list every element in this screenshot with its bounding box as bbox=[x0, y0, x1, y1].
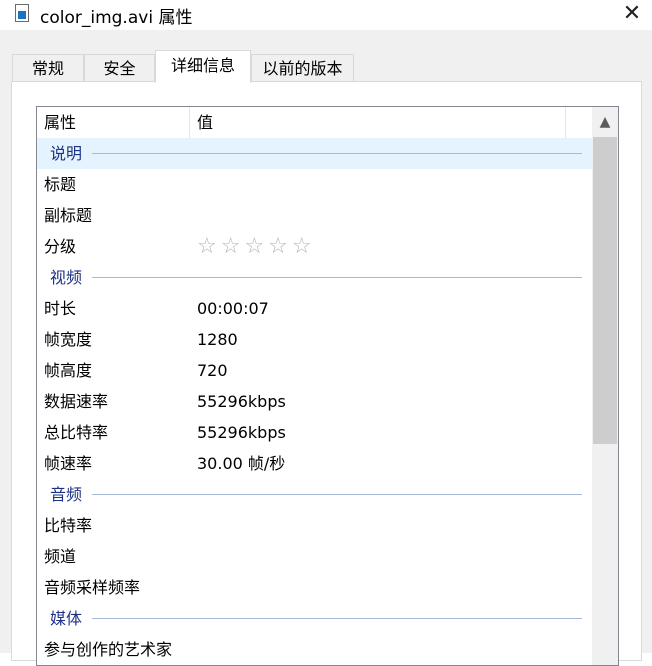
details-panel: 属性 值 说明 标题 副标题 分级 ☆☆☆☆☆ 视频 时长 00:00:07 帧… bbox=[11, 81, 642, 666]
group-divider bbox=[92, 153, 582, 154]
property-value: 55296kbps bbox=[197, 423, 286, 442]
property-name: 帧高度 bbox=[44, 361, 93, 380]
property-name: 帧速率 bbox=[44, 454, 93, 473]
property-name: 总比特率 bbox=[44, 423, 109, 442]
group-media[interactable]: 媒体 bbox=[37, 603, 592, 634]
tab-details[interactable]: 详细信息 bbox=[155, 50, 251, 83]
property-row-audio-bitrate[interactable]: 比特率 bbox=[37, 510, 592, 541]
property-row-data-rate[interactable]: 数据速率 55296kbps bbox=[37, 386, 592, 417]
group-label: 说明 bbox=[50, 144, 83, 163]
dialog-body: 常规 安全 详细信息 以前的版本 属性 值 说明 标题 副标题 分级 ☆☆☆☆☆… bbox=[0, 30, 652, 666]
property-row-rating[interactable]: 分级 ☆☆☆☆☆ bbox=[37, 231, 592, 262]
property-name: 音频采样频率 bbox=[44, 578, 141, 597]
property-row-contributing-artists[interactable]: 参与创作的艺术家 bbox=[37, 634, 592, 665]
group-divider bbox=[92, 494, 582, 495]
vertical-scrollbar[interactable]: ▲ bbox=[592, 107, 618, 665]
column-header-property[interactable]: 属性 bbox=[44, 107, 76, 138]
scrollbar-thumb[interactable] bbox=[593, 137, 617, 444]
group-label: 视频 bbox=[50, 268, 83, 287]
property-row-frame-rate[interactable]: 帧速率 30.00 帧/秒 bbox=[37, 448, 592, 479]
group-divider bbox=[92, 277, 582, 278]
property-value: 720 bbox=[197, 361, 228, 380]
property-name: 分级 bbox=[44, 237, 77, 256]
rating-stars-icon[interactable]: ☆☆☆☆☆ bbox=[197, 231, 316, 262]
property-value: 30.00 帧/秒 bbox=[197, 454, 286, 473]
column-divider[interactable] bbox=[189, 107, 190, 138]
property-row-channels[interactable]: 频道 bbox=[37, 541, 592, 572]
property-name: 频道 bbox=[44, 547, 77, 566]
property-name: 时长 bbox=[44, 299, 77, 318]
property-name: 帧宽度 bbox=[44, 330, 93, 349]
tab-security[interactable]: 安全 bbox=[84, 54, 155, 82]
group-label: 媒体 bbox=[50, 609, 83, 628]
close-button[interactable]: ✕ bbox=[612, 0, 652, 30]
group-description[interactable]: 说明 bbox=[37, 138, 592, 169]
property-list: 属性 值 说明 标题 副标题 分级 ☆☆☆☆☆ 视频 时长 00:00:07 帧… bbox=[36, 106, 619, 666]
property-name: 副标题 bbox=[44, 206, 93, 225]
tab-previous-versions[interactable]: 以前的版本 bbox=[251, 54, 354, 82]
property-name: 数据速率 bbox=[44, 392, 109, 411]
window-title: color_img.avi 属性 bbox=[40, 8, 193, 28]
property-row-frame-height[interactable]: 帧高度 720 bbox=[37, 355, 592, 386]
column-divider[interactable] bbox=[565, 107, 566, 138]
group-label: 音频 bbox=[50, 485, 83, 504]
tab-general[interactable]: 常规 bbox=[12, 54, 84, 82]
property-row-title[interactable]: 标题 bbox=[37, 169, 592, 200]
property-row-frame-width[interactable]: 帧宽度 1280 bbox=[37, 324, 592, 355]
property-name: 比特率 bbox=[44, 516, 93, 535]
property-row-duration[interactable]: 时长 00:00:07 bbox=[37, 293, 592, 324]
property-value: 1280 bbox=[197, 330, 238, 349]
property-row-total-bitrate[interactable]: 总比特率 55296kbps bbox=[37, 417, 592, 448]
property-row-subtitle[interactable]: 副标题 bbox=[37, 200, 592, 231]
list-header: 属性 值 bbox=[37, 107, 592, 139]
property-value: 55296kbps bbox=[197, 392, 286, 411]
property-row-sample-rate[interactable]: 音频采样频率 bbox=[37, 572, 592, 603]
column-header-value[interactable]: 值 bbox=[197, 107, 213, 138]
group-divider bbox=[92, 618, 582, 619]
group-video[interactable]: 视频 bbox=[37, 262, 592, 293]
property-value: 00:00:07 bbox=[197, 299, 269, 318]
property-name: 参与创作的艺术家 bbox=[44, 640, 173, 659]
property-name: 标题 bbox=[44, 175, 77, 194]
group-audio[interactable]: 音频 bbox=[37, 479, 592, 510]
title-bar: color_img.avi 属性 ✕ bbox=[0, 0, 652, 30]
scroll-up-arrow-icon[interactable]: ▲ bbox=[592, 107, 618, 137]
video-file-icon bbox=[15, 4, 29, 22]
